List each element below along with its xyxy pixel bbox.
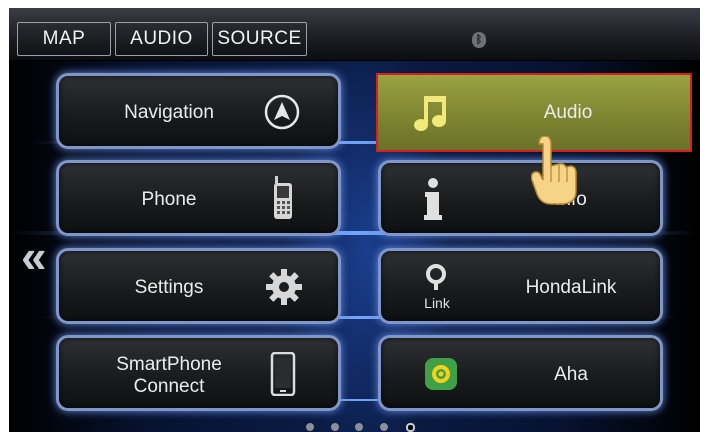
settings-button[interactable]: Settings — [56, 248, 341, 324]
info-icon — [424, 178, 442, 220]
tab-audio-label: AUDIO — [130, 28, 193, 49]
page-dot-4[interactable] — [380, 423, 388, 431]
smartphone-connect-label: SmartPhone Connect — [99, 354, 239, 398]
gear-icon — [266, 269, 302, 305]
phone-button[interactable]: Phone — [56, 160, 341, 236]
bluetooth-icon: ᛒ — [472, 32, 486, 48]
page-dot-1[interactable] — [306, 423, 314, 431]
settings-label: Settings — [134, 277, 204, 298]
audio-label: Audio — [543, 102, 593, 123]
page-dot-5[interactable] — [406, 423, 415, 432]
page-dot-2[interactable] — [331, 423, 339, 431]
music-note-icon — [414, 96, 446, 131]
tab-audio[interactable]: AUDIO — [115, 22, 208, 56]
tab-map[interactable]: MAP — [17, 22, 111, 56]
page-dot-3[interactable] — [355, 423, 363, 431]
phone-label: Phone — [141, 189, 197, 210]
aha-icon — [425, 358, 457, 390]
aha-button[interactable]: Aha — [378, 335, 663, 411]
cellphone-icon — [274, 176, 292, 219]
navigation-label: Navigation — [124, 102, 214, 123]
info-button[interactable]: Info — [378, 160, 663, 236]
tab-map-label: MAP — [42, 28, 86, 49]
top-bar: MAP AUDIO SOURCE ᛒ — [9, 8, 700, 61]
hondalink-icon-text: Link — [424, 295, 450, 311]
compass-arrow-icon — [264, 94, 300, 130]
touch-hand-icon — [531, 136, 577, 205]
previous-page-arrow[interactable]: « — [21, 233, 47, 279]
smartphone-connect-label-line2: Connect — [133, 376, 205, 397]
smartphone-icon — [270, 352, 296, 396]
tab-source[interactable]: SOURCE — [212, 22, 307, 56]
smartphone-connect-label-line1: SmartPhone — [116, 354, 222, 375]
hondalink-button[interactable]: Link HondaLink — [378, 248, 663, 324]
aha-label: Aha — [554, 364, 588, 385]
tab-source-label: SOURCE — [217, 28, 302, 49]
navigation-button[interactable]: Navigation — [56, 73, 341, 149]
smartphone-connect-button[interactable]: SmartPhone Connect — [56, 335, 341, 411]
hondalink-label: HondaLink — [525, 277, 617, 298]
infotainment-screen: MAP AUDIO SOURCE ᛒ « Navigation Phone Se… — [9, 8, 700, 432]
